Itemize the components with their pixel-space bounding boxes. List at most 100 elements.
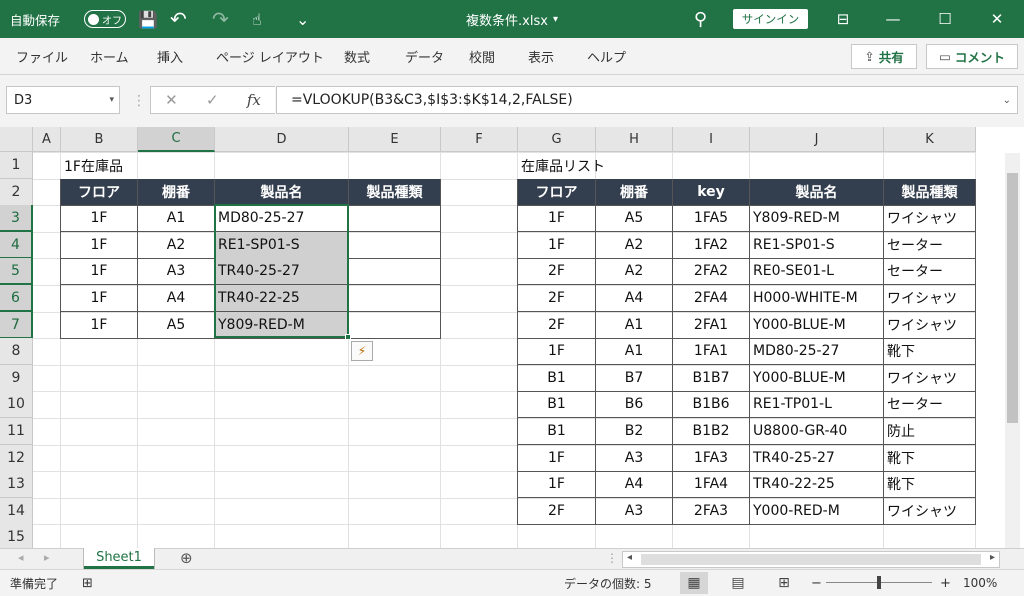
expand-formula-chevron-icon[interactable]: ⌄ xyxy=(1003,95,1011,106)
left-table-cell[interactable]: A1 xyxy=(138,205,215,232)
right-table-cell[interactable]: B7 xyxy=(596,365,673,392)
right-table-header[interactable]: 製品名 xyxy=(750,179,884,206)
right-table-cell[interactable]: Y000-BLUE-M xyxy=(750,312,884,339)
column-header-d[interactable]: D xyxy=(215,127,349,152)
right-table-cell[interactable]: 2F xyxy=(518,285,596,312)
row-header-9[interactable]: 9 xyxy=(0,365,33,392)
touch-mode-icon[interactable]: ☝ xyxy=(252,0,262,38)
right-table-cell[interactable]: B1 xyxy=(518,365,596,392)
right-table-cell[interactable]: 1F xyxy=(518,338,596,365)
right-table-header[interactable]: 製品種類 xyxy=(884,179,976,206)
left-table-cell[interactable]: TR40-22-25 xyxy=(215,285,349,312)
row-header-8[interactable]: 8 xyxy=(0,338,33,365)
tab-view[interactable]: 表示 xyxy=(528,38,554,75)
row-header-12[interactable]: 12 xyxy=(0,445,33,472)
right-table-cell[interactable]: 靴下 xyxy=(884,445,976,472)
right-table-cell[interactable]: 1FA1 xyxy=(673,338,750,365)
right-table-cell[interactable]: セーター xyxy=(884,258,976,285)
left-table-cell[interactable]: MD80-25-27 xyxy=(215,205,349,232)
right-table-cell[interactable]: A5 xyxy=(596,205,673,232)
row-header-10[interactable]: 10 xyxy=(0,391,33,418)
left-table-cell[interactable]: 1F xyxy=(61,232,138,259)
left-table-cell[interactable] xyxy=(349,232,441,259)
row-header-11[interactable]: 11 xyxy=(0,418,33,445)
left-table-cell[interactable]: 1F xyxy=(61,205,138,232)
column-header-g[interactable]: G xyxy=(518,127,596,152)
right-table-cell[interactable]: B1B7 xyxy=(673,365,750,392)
enter-icon[interactable]: ✓ xyxy=(206,91,219,109)
right-table-cell[interactable]: 2F xyxy=(518,258,596,285)
search-icon[interactable]: ⚲ xyxy=(694,0,707,38)
row-header-5[interactable]: 5 xyxy=(0,258,33,285)
left-table-cell[interactable] xyxy=(349,205,441,232)
vertical-scrollbar[interactable] xyxy=(1005,153,1020,548)
right-table-cell[interactable]: ワイシャツ xyxy=(884,498,976,525)
add-sheet-icon[interactable]: ⊕ xyxy=(180,549,193,567)
right-table-cell[interactable]: H000-WHITE-M xyxy=(750,285,884,312)
column-header-b[interactable]: B xyxy=(61,127,138,152)
close-icon[interactable]: ✕ xyxy=(974,0,1020,38)
page-break-view-icon[interactable]: ⊞ xyxy=(770,572,798,594)
tab-page-layout[interactable]: ページ レイアウト xyxy=(216,38,324,75)
right-table-cell[interactable]: Y809-RED-M xyxy=(750,205,884,232)
maximize-icon[interactable]: ☐ xyxy=(922,0,968,38)
left-table-cell[interactable] xyxy=(349,258,441,285)
column-header-f[interactable]: F xyxy=(441,127,518,152)
right-table-cell[interactable]: 2FA1 xyxy=(673,312,750,339)
right-table-cell[interactable]: RE1-TP01-L xyxy=(750,391,884,418)
comment-button[interactable]: ▭ コメント xyxy=(926,44,1018,69)
row-header-13[interactable]: 13 xyxy=(0,471,33,498)
file-name[interactable]: 複数条件.xlsx xyxy=(466,10,548,29)
right-table-cell[interactable]: セーター xyxy=(884,232,976,259)
right-table-cell[interactable]: Y000-BLUE-M xyxy=(750,365,884,392)
right-table-cell[interactable]: MD80-25-27 xyxy=(750,338,884,365)
left-table-cell[interactable]: Y809-RED-M xyxy=(215,312,349,339)
redo-icon[interactable]: ↷ xyxy=(212,0,229,38)
horizontal-scroll-thumb[interactable] xyxy=(641,554,981,565)
column-header-k[interactable]: K xyxy=(884,127,976,152)
save-icon[interactable]: 💾 xyxy=(138,0,158,38)
page-layout-view-icon[interactable]: ▤ xyxy=(724,572,752,594)
left-table-header[interactable]: 製品名 xyxy=(215,179,349,206)
vertical-scroll-thumb[interactable] xyxy=(1007,173,1018,423)
right-table-cell[interactable]: 靴下 xyxy=(884,338,976,365)
column-header-i[interactable]: I xyxy=(673,127,750,152)
right-table-cell[interactable]: 2F xyxy=(518,312,596,339)
column-header-e[interactable]: E xyxy=(349,127,441,152)
count-summary[interactable]: データの個数: 5 xyxy=(564,570,652,596)
left-table-header[interactable]: 棚番 xyxy=(138,179,215,206)
tab-insert[interactable]: 挿入 xyxy=(157,38,183,75)
autosave-toggle[interactable]: オフ xyxy=(84,10,126,28)
right-table-header[interactable]: key xyxy=(673,179,750,206)
right-table-cell[interactable]: A2 xyxy=(596,258,673,285)
right-table-cell[interactable]: TR40-22-25 xyxy=(750,471,884,498)
left-table-cell[interactable]: A5 xyxy=(138,312,215,339)
zoom-slider-knob[interactable] xyxy=(877,576,881,589)
right-table-cell[interactable]: 1FA4 xyxy=(673,471,750,498)
left-table-cell[interactable] xyxy=(349,312,441,339)
zoom-out-button[interactable]: − xyxy=(811,570,822,596)
tab-help[interactable]: ヘルプ xyxy=(587,38,626,75)
right-table-cell[interactable]: A3 xyxy=(596,498,673,525)
left-table-cell[interactable]: A2 xyxy=(138,232,215,259)
ribbon-display-icon[interactable]: ⊟ xyxy=(820,0,866,38)
left-table-cell[interactable]: 1F xyxy=(61,258,138,285)
right-table-cell[interactable]: ワイシャツ xyxy=(884,312,976,339)
right-table-cell[interactable]: 1F xyxy=(518,232,596,259)
customize-toolbar-icon[interactable]: ⌄ xyxy=(296,0,309,38)
filename-chevron-icon[interactable]: ▾ xyxy=(553,14,558,25)
fill-handle[interactable] xyxy=(345,334,351,340)
right-table-cell[interactable]: 1FA5 xyxy=(673,205,750,232)
right-table-cell[interactable]: 1FA2 xyxy=(673,232,750,259)
right-table-cell[interactable]: B1 xyxy=(518,391,596,418)
right-table-header[interactable]: 棚番 xyxy=(596,179,673,206)
right-table-cell[interactable]: B6 xyxy=(596,391,673,418)
right-table-header[interactable]: フロア xyxy=(518,179,596,206)
select-all-corner[interactable] xyxy=(0,127,33,152)
macro-record-icon[interactable]: ⊞ xyxy=(82,570,93,596)
zoom-in-button[interactable]: + xyxy=(940,570,951,596)
right-table-caption[interactable]: 在庫品リスト xyxy=(518,152,673,179)
right-table-cell[interactable]: TR40-25-27 xyxy=(750,445,884,472)
tab-home[interactable]: ホーム xyxy=(90,38,129,75)
right-table-cell[interactable]: B2 xyxy=(596,418,673,445)
